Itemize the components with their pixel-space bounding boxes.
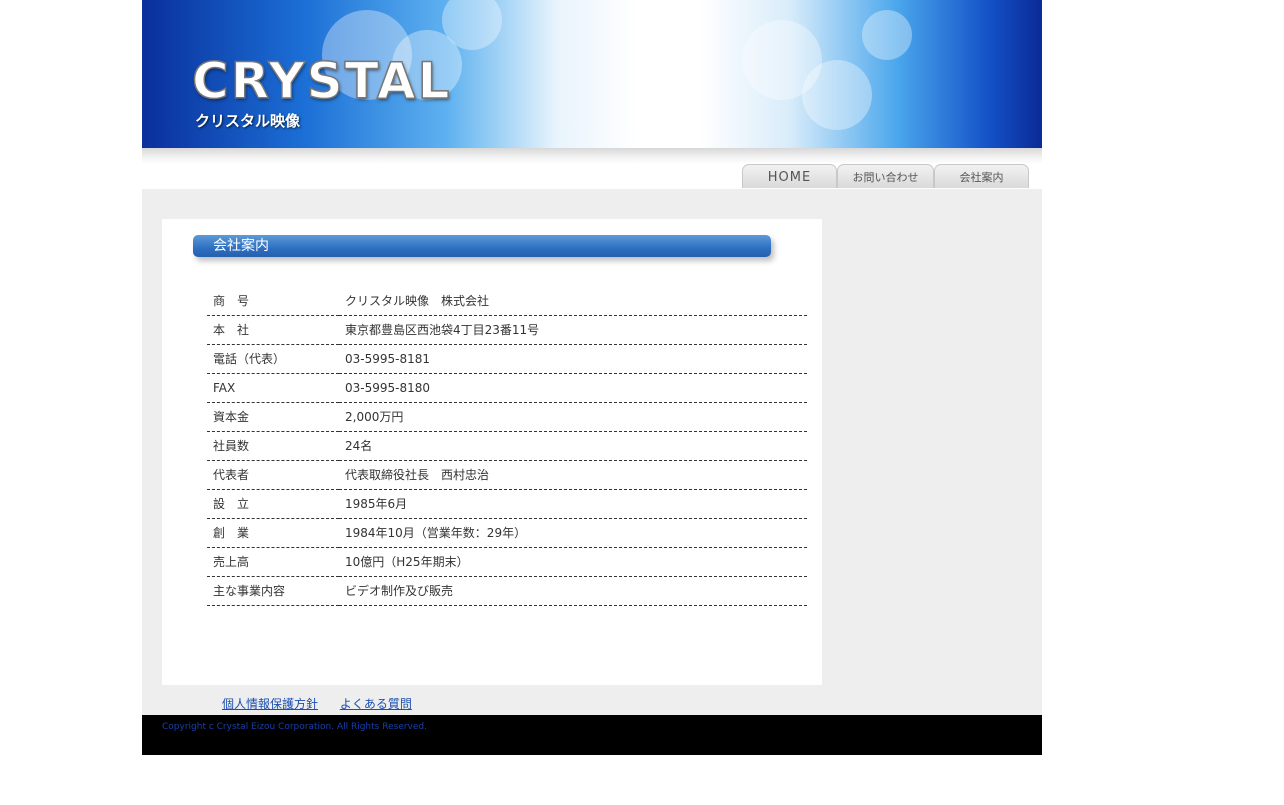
row-value: 24名: [339, 431, 807, 461]
table-row: 主な事業内容 ビデオ制作及び販売: [207, 576, 807, 606]
row-label: 電話（代表）: [207, 344, 339, 374]
copyright-text: Copyright c Crystal Eizou Corporation. A…: [162, 722, 427, 732]
row-value: 1985年6月: [339, 489, 807, 519]
row-label: 代表者: [207, 460, 339, 490]
row-value: ビデオ制作及び販売: [339, 576, 807, 606]
row-value: 03-5995-8180: [339, 373, 807, 403]
table-row: 商 号 クリスタル映像 株式会社: [207, 286, 807, 316]
row-label: 商 号: [207, 286, 339, 316]
row-label: 資本金: [207, 402, 339, 432]
table-row: 創 業 1984年10月（営業年数：29年）: [207, 518, 807, 548]
row-label: 社員数: [207, 431, 339, 461]
company-info-table: 商 号 クリスタル映像 株式会社 本 社 東京都豊島区西池袋4丁目23番11号 …: [207, 286, 807, 606]
row-value: 10億円（H25年期末）: [339, 547, 807, 577]
site-logo[interactable]: CRYSTAL: [191, 55, 451, 107]
table-row: 本 社 東京都豊島区西池袋4丁目23番11号: [207, 315, 807, 345]
row-label: FAX: [207, 373, 339, 403]
table-row: 電話（代表） 03-5995-8181: [207, 344, 807, 374]
table-row: 代表者 代表取締役社長 西村忠治: [207, 460, 807, 490]
table-row: 社員数 24名: [207, 431, 807, 461]
header-banner: CRYSTAL クリスタル映像: [142, 0, 1042, 148]
table-row: 売上高 10億円（H25年期末）: [207, 547, 807, 577]
footer-links: 個人情報保護方針 よくある質問: [222, 695, 430, 712]
row-label: 主な事業内容: [207, 576, 339, 606]
row-label: 売上高: [207, 547, 339, 577]
row-label: 創 業: [207, 518, 339, 548]
nav-contact-button[interactable]: お問い合わせ: [837, 164, 934, 188]
nav-bar: HOME お問い合わせ 会社案内: [142, 148, 1042, 189]
row-label: 設 立: [207, 489, 339, 519]
row-value: 2,000万円: [339, 402, 807, 432]
row-value: 1984年10月（営業年数：29年）: [339, 518, 807, 548]
content-panel: 会社案内 商 号 クリスタル映像 株式会社 本 社 東京都豊島区西池袋4丁目23…: [162, 219, 822, 685]
privacy-policy-link[interactable]: 個人情報保護方針: [222, 697, 318, 711]
banner-decoration: [862, 10, 912, 60]
table-row: 設 立 1985年6月: [207, 489, 807, 519]
row-label: 本 社: [207, 315, 339, 345]
nav-home-button[interactable]: HOME: [742, 164, 837, 188]
banner-decoration: [802, 60, 872, 130]
row-value: 03-5995-8181: [339, 344, 807, 374]
table-row: FAX 03-5995-8180: [207, 373, 807, 403]
section-title: 会社案内: [193, 235, 771, 257]
nav-company-button[interactable]: 会社案内: [934, 164, 1029, 188]
copyright-bar: Copyright c Crystal Eizou Corporation. A…: [142, 715, 1042, 755]
row-value: クリスタル映像 株式会社: [339, 286, 807, 316]
faq-link[interactable]: よくある質問: [340, 697, 412, 711]
row-value: 東京都豊島区西池袋4丁目23番11号: [339, 315, 807, 345]
page-wrapper: CRYSTAL クリスタル映像 HOME お問い合わせ 会社案内 会社案内 商 …: [142, 0, 1042, 755]
row-value: 代表取締役社長 西村忠治: [339, 460, 807, 490]
site-logo-subtitle: クリスタル映像: [195, 112, 301, 130]
table-row: 資本金 2,000万円: [207, 402, 807, 432]
